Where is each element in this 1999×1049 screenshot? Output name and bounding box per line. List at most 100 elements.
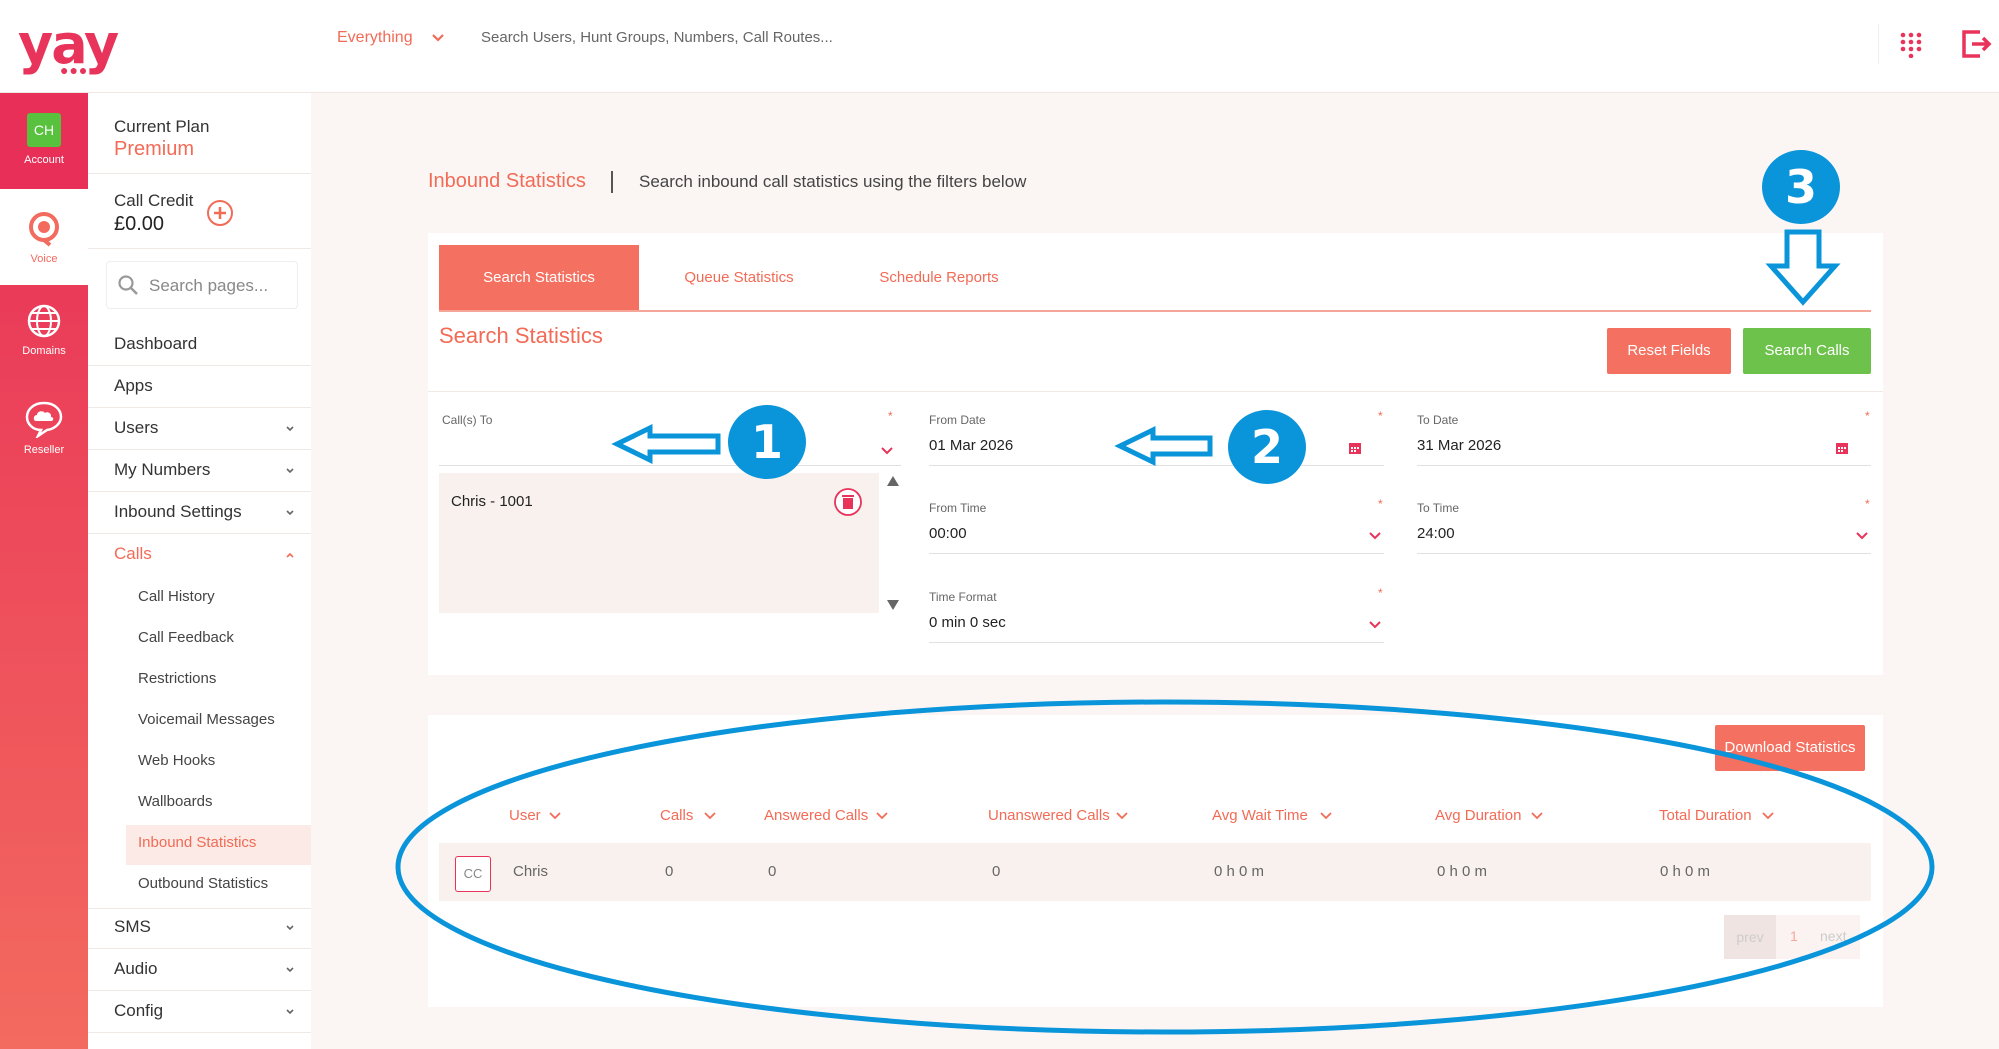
calendar-icon[interactable]	[1348, 441, 1362, 455]
tab-search-statistics[interactable]: Search Statistics	[439, 245, 639, 311]
globe-icon	[27, 304, 61, 338]
column-header-avg-duration[interactable]: Avg Duration	[1435, 807, 1521, 824]
sub-voicemail-messages[interactable]: Voicemail Messages	[138, 711, 275, 728]
page-title: Inbound Statistics	[428, 170, 586, 192]
sub-restrictions[interactable]: Restrictions	[138, 670, 216, 687]
rail-reseller[interactable]: Reseller	[0, 400, 88, 480]
calendar-icon[interactable]	[1835, 441, 1849, 455]
column-header-user[interactable]: User	[509, 807, 541, 824]
from-date-field[interactable]: 01 Mar 2026	[929, 437, 1013, 454]
sub-wallboards[interactable]: Wallboards	[138, 793, 212, 810]
rail-domains-label: Domains	[22, 345, 66, 357]
to-date-field[interactable]: 31 Mar 2026	[1417, 437, 1501, 454]
divider	[88, 365, 311, 366]
divider	[428, 391, 1883, 392]
chevron-down-icon[interactable]	[1368, 531, 1382, 541]
divider	[88, 990, 311, 991]
cell-calls: 0	[665, 863, 674, 880]
nav-sms[interactable]: SMS	[114, 917, 151, 937]
sub-web-hooks[interactable]: Web Hooks	[138, 752, 215, 769]
column-header-avg-wait[interactable]: Avg Wait Time	[1212, 807, 1308, 824]
sort-chevron-icon[interactable]	[1115, 811, 1129, 821]
section-title: Search Statistics	[439, 323, 603, 348]
sub-call-feedback[interactable]: Call Feedback	[138, 629, 234, 646]
required-marker: *	[1865, 409, 1870, 423]
rail-domains[interactable]: Domains	[0, 303, 88, 383]
nav-inbound-settings[interactable]: Inbound Settings	[114, 502, 242, 522]
required-marker: *	[1865, 497, 1870, 511]
chevron-down-icon[interactable]	[284, 964, 296, 976]
sort-chevron-icon[interactable]	[875, 811, 889, 821]
column-header-answered[interactable]: Answered Calls	[764, 807, 868, 824]
chevron-down-icon[interactable]	[880, 446, 894, 456]
rail-account[interactable]: CH Account	[0, 93, 88, 189]
tab-queue-statistics[interactable]: Queue Statistics	[639, 245, 839, 311]
download-statistics-button[interactable]: Download Statistics	[1715, 725, 1865, 771]
chevron-down-icon[interactable]	[284, 423, 296, 435]
chevron-down-icon[interactable]	[284, 1006, 296, 1018]
calls-to-select[interactable]	[439, 465, 901, 466]
nav-calls[interactable]: Calls	[114, 544, 152, 564]
chevron-up-icon[interactable]	[284, 549, 296, 561]
search-scope-select[interactable]: Everything	[337, 29, 413, 47]
sub-outbound-statistics[interactable]: Outbound Statistics	[138, 875, 268, 892]
reset-fields-button[interactable]: Reset Fields	[1607, 328, 1731, 374]
chevron-down-icon[interactable]	[1368, 620, 1382, 630]
nav-audio[interactable]: Audio	[114, 959, 157, 979]
divider	[1878, 24, 1879, 64]
pagination-next[interactable]: next	[1820, 928, 1846, 944]
sub-inbound-statistics[interactable]: Inbound Statistics	[138, 834, 256, 851]
divider	[88, 948, 311, 949]
chevron-down-icon[interactable]	[284, 922, 296, 934]
global-search-input[interactable]: Search Users, Hunt Groups, Numbers, Call…	[481, 29, 833, 46]
table-row[interactable]	[439, 843, 1871, 901]
scroll-down-arrow[interactable]	[886, 599, 900, 611]
tab-underline	[439, 310, 1871, 312]
to-time-label: To Time	[1417, 501, 1460, 515]
to-time-select[interactable]: 24:00	[1417, 525, 1455, 542]
chevron-down-icon[interactable]	[284, 507, 296, 519]
nav-my-numbers[interactable]: My Numbers	[114, 460, 210, 480]
from-time-select[interactable]: 00:00	[929, 525, 967, 542]
add-credit-icon[interactable]	[206, 199, 234, 227]
nav-config[interactable]: Config	[114, 1001, 163, 1021]
selected-user: Chris - 1001	[451, 493, 533, 510]
nav-apps[interactable]: Apps	[114, 376, 153, 396]
nav-users[interactable]: Users	[114, 418, 158, 438]
rail-voice[interactable]: Voice	[0, 189, 88, 285]
sort-chevron-icon[interactable]	[1319, 811, 1333, 821]
column-header-total-duration[interactable]: Total Duration	[1659, 807, 1752, 824]
delete-icon[interactable]	[833, 487, 863, 517]
sort-chevron-icon[interactable]	[703, 811, 717, 821]
column-header-calls[interactable]: Calls	[660, 807, 693, 824]
rail-reseller-label: Reseller	[23, 444, 65, 456]
search-calls-button[interactable]: Search Calls	[1743, 328, 1871, 374]
section-sidebar: Current Plan Premium Call Credit £0.00 S…	[88, 93, 311, 1049]
nav-dashboard[interactable]: Dashboard	[114, 334, 197, 354]
chevron-down-icon[interactable]	[1855, 531, 1869, 541]
headset-icon	[29, 212, 59, 247]
main-content: Inbound Statistics Search inbound call s…	[311, 93, 1999, 1049]
logout-icon[interactable]	[1960, 28, 1992, 60]
tab-schedule-reports[interactable]: Schedule Reports	[839, 245, 1039, 311]
sort-chevron-icon[interactable]	[1530, 811, 1544, 821]
sort-chevron-icon[interactable]	[1761, 811, 1775, 821]
keypad-icon[interactable]	[1900, 32, 1922, 58]
annotation-number-three: 3	[1762, 150, 1840, 224]
scroll-up-arrow[interactable]	[886, 475, 900, 487]
account-avatar: CH	[27, 113, 61, 147]
column-header-unanswered[interactable]: Unanswered Calls	[988, 807, 1110, 824]
time-format-select[interactable]: 0 min 0 sec	[929, 614, 1006, 631]
chevron-down-icon[interactable]	[430, 30, 446, 46]
page-search-input[interactable]: Search pages...	[106, 261, 298, 309]
cloud-chat-icon	[25, 401, 63, 438]
sub-call-history[interactable]: Call History	[138, 588, 215, 605]
sort-chevron-icon[interactable]	[548, 811, 562, 821]
pagination-prev[interactable]: prev	[1724, 915, 1776, 959]
divider	[88, 533, 311, 534]
annotation-number-one: 1	[728, 405, 806, 479]
pagination-page[interactable]: 1	[1790, 928, 1798, 944]
credit-value: £0.00	[114, 213, 165, 235]
chevron-down-icon[interactable]	[284, 465, 296, 477]
cell-avg-duration: 0 h 0 m	[1437, 863, 1488, 880]
